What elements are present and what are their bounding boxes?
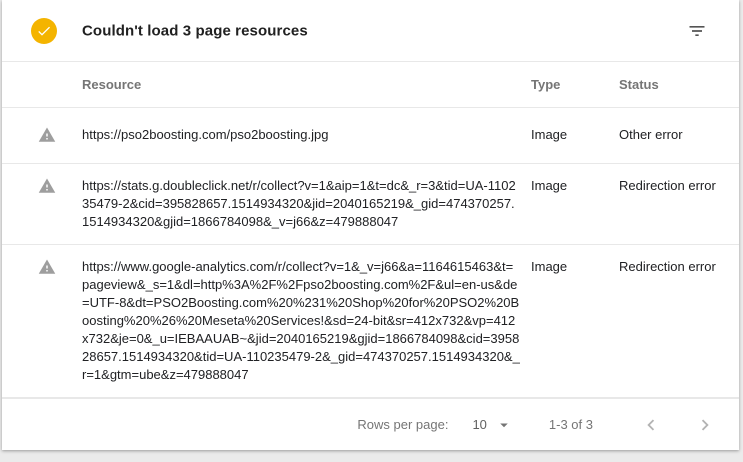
table-header-row: Resource Type Status xyxy=(2,62,739,108)
warning-icon xyxy=(2,126,82,144)
resource-url: https://stats.g.doubleclick.net/r/collec… xyxy=(82,177,531,231)
rows-per-page-label: Rows per page: xyxy=(357,417,448,432)
rows-per-page-select[interactable]: 10 xyxy=(472,416,512,434)
resource-type: Image xyxy=(531,177,619,231)
resources-dialog-card: Couldn't load 3 page resources Resource … xyxy=(2,0,739,450)
chevron-right-icon[interactable] xyxy=(693,413,717,437)
dialog-title: Couldn't load 3 page resources xyxy=(82,22,308,39)
chevron-left-icon[interactable] xyxy=(639,413,663,437)
table-row: https://www.google-analytics.com/r/colle… xyxy=(2,245,739,398)
resource-status: Redirection error xyxy=(619,177,739,231)
column-header-status: Status xyxy=(619,77,739,92)
warning-icon xyxy=(2,258,82,384)
warning-icon xyxy=(2,177,82,231)
resource-url: https://pso2boosting.com/pso2boosting.jp… xyxy=(82,126,531,144)
resource-status: Other error xyxy=(619,126,739,144)
column-header-resource: Resource xyxy=(82,77,531,92)
resource-url: https://www.google-analytics.com/r/colle… xyxy=(82,258,531,384)
pagination-bar: Rows per page: 10 1-3 of 3 xyxy=(2,398,739,450)
dialog-header: Couldn't load 3 page resources xyxy=(2,0,739,62)
pagination-range-label: 1-3 of 3 xyxy=(549,417,593,432)
filter-list-icon[interactable] xyxy=(685,19,709,43)
rows-per-page-value: 10 xyxy=(472,417,486,432)
resource-status: Redirection error xyxy=(619,258,739,384)
check-circle-icon xyxy=(31,18,57,44)
resource-type: Image xyxy=(531,258,619,384)
column-header-type: Type xyxy=(531,77,619,92)
table-row: https://pso2boosting.com/pso2boosting.jp… xyxy=(2,108,739,164)
table-row: https://stats.g.doubleclick.net/r/collec… xyxy=(2,164,739,245)
resource-type: Image xyxy=(531,126,619,144)
dropdown-arrow-icon xyxy=(495,416,513,434)
